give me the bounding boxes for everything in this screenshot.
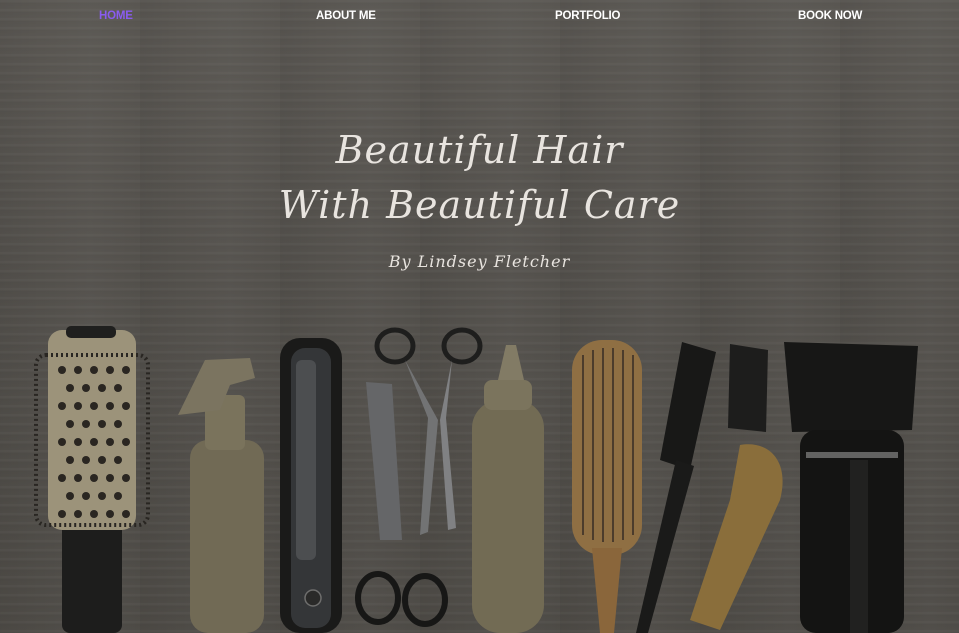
hero-section: HOME ABOUT ME PORTFOLIO BOOK NOW Beautif… [0, 0, 959, 633]
nav-link-about-me[interactable]: ABOUT ME [316, 10, 376, 22]
nav-link-home[interactable]: HOME [99, 10, 133, 22]
hero-title-line-1: Beautiful Hair [335, 128, 624, 172]
nav-link-portfolio[interactable]: PORTFOLIO [555, 10, 620, 22]
hair-tools-background-image [0, 0, 959, 633]
hero-byline: By Lindsey Fletcher [388, 252, 571, 271]
top-navigation: HOME ABOUT ME PORTFOLIO BOOK NOW [0, 0, 959, 34]
hero-title-line-2: With Beautiful Care [278, 183, 681, 227]
nav-link-book-now[interactable]: BOOK NOW [798, 10, 862, 22]
